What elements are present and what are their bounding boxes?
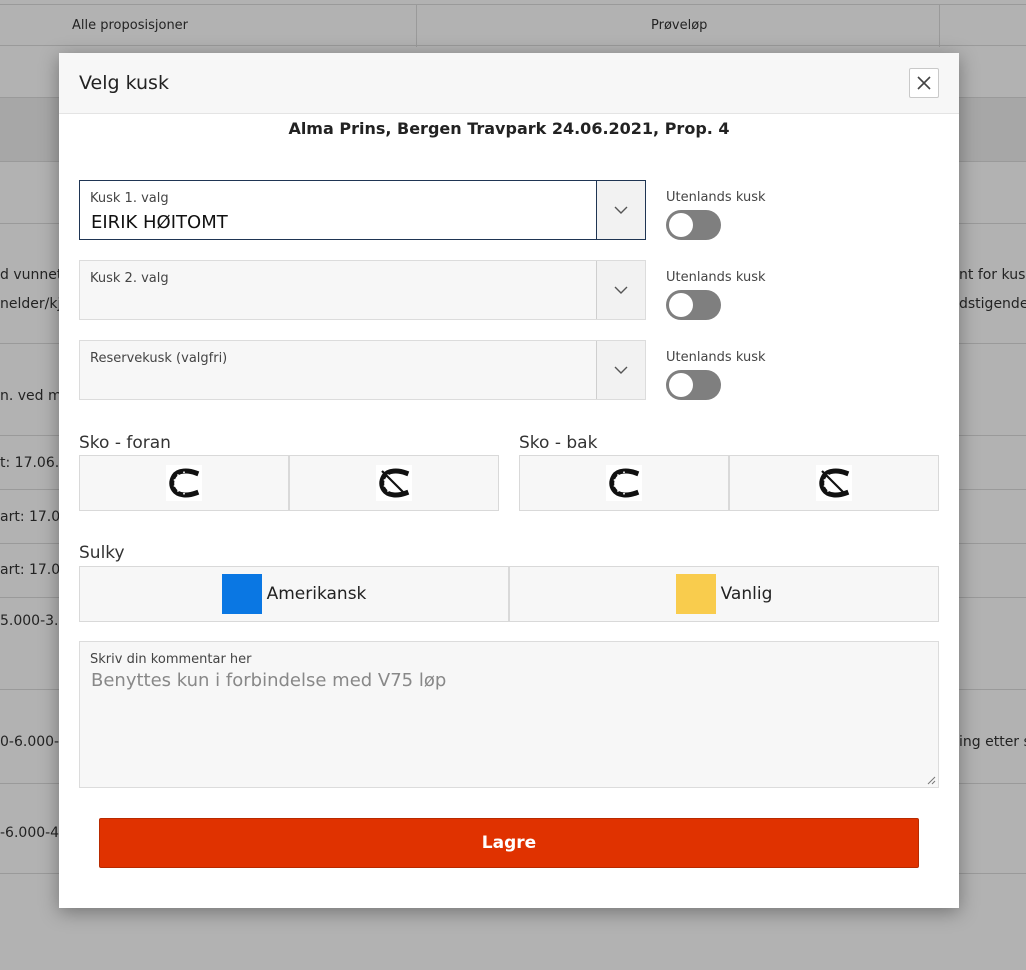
- close-button[interactable]: [909, 68, 939, 98]
- driver-1-value: EIRIK HØITOMT: [91, 212, 228, 233]
- comment-input[interactable]: [81, 668, 937, 786]
- comment-field: Skriv din kommentar her: [79, 641, 939, 788]
- driver-2-select[interactable]: Kusk 2. valg: [79, 260, 646, 320]
- shoes-back-with-button[interactable]: [520, 456, 728, 510]
- sulky-regular-swatch: [675, 574, 716, 614]
- sulky-group: Amerikansk Vanlig: [79, 566, 939, 622]
- toggle-knob: [669, 373, 693, 397]
- shoes-back-without-button[interactable]: [728, 456, 938, 510]
- save-button[interactable]: Lagre: [99, 818, 919, 868]
- reserve-driver-select[interactable]: Reservekusk (valgfri): [79, 340, 646, 400]
- shoes-front-with-button[interactable]: [80, 456, 288, 510]
- shoes-front-label: Sko - foran: [79, 433, 171, 453]
- modal-header: Velg kusk: [59, 53, 959, 114]
- choose-driver-modal: Velg kusk Alma Prins, Bergen Travpark 24…: [59, 53, 959, 908]
- shoes-back-group: [519, 455, 939, 511]
- modal-title: Velg kusk: [79, 72, 169, 94]
- resize-handle-icon[interactable]: [926, 775, 936, 785]
- sulky-regular-button[interactable]: Vanlig: [508, 567, 938, 621]
- driver-2-foreign-toggle[interactable]: [666, 290, 721, 320]
- driver-2-label: Kusk 2. valg: [90, 271, 169, 286]
- driver-1-dropdown-button[interactable]: [596, 181, 645, 239]
- driver-1-label: Kusk 1. valg: [90, 191, 169, 206]
- driver-2-dropdown-button[interactable]: [596, 261, 645, 319]
- reserve-driver-foreign-toggle[interactable]: [666, 370, 721, 400]
- sulky-american-swatch: [221, 574, 262, 614]
- close-icon: [917, 76, 931, 90]
- race-info: Alma Prins, Bergen Travpark 24.06.2021, …: [288, 119, 730, 138]
- sulky-american-button[interactable]: Amerikansk: [80, 567, 508, 621]
- horseshoe-icon: [169, 468, 200, 498]
- no-horseshoe-icon: [379, 468, 410, 498]
- chevron-down-icon: [614, 366, 628, 374]
- chevron-down-icon: [614, 286, 628, 294]
- reserve-driver-label: Reservekusk (valgfri): [90, 351, 228, 366]
- sulky-regular-label: Vanlig: [720, 584, 773, 604]
- no-horseshoe-icon: [819, 468, 850, 498]
- toggle-knob: [669, 213, 693, 237]
- toggle-knob: [669, 293, 693, 317]
- reserve-driver-dropdown-button[interactable]: [596, 341, 645, 399]
- comment-label: Skriv din kommentar her: [90, 652, 252, 667]
- driver-1-select[interactable]: Kusk 1. valg EIRIK HØITOMT: [79, 180, 646, 240]
- reserve-driver-foreign-label: Utenlands kusk: [666, 350, 766, 365]
- driver-1-foreign-label: Utenlands kusk: [666, 190, 766, 205]
- sulky-american-label: Amerikansk: [266, 584, 367, 604]
- horseshoe-icon: [609, 468, 640, 498]
- shoes-front-group: [79, 455, 499, 511]
- shoes-back-label: Sko - bak: [519, 433, 598, 453]
- shoes-front-without-button[interactable]: [288, 456, 498, 510]
- driver-2-foreign-label: Utenlands kusk: [666, 270, 766, 285]
- chevron-down-icon: [614, 206, 628, 214]
- sulky-label: Sulky: [79, 543, 125, 563]
- driver-1-foreign-toggle[interactable]: [666, 210, 721, 240]
